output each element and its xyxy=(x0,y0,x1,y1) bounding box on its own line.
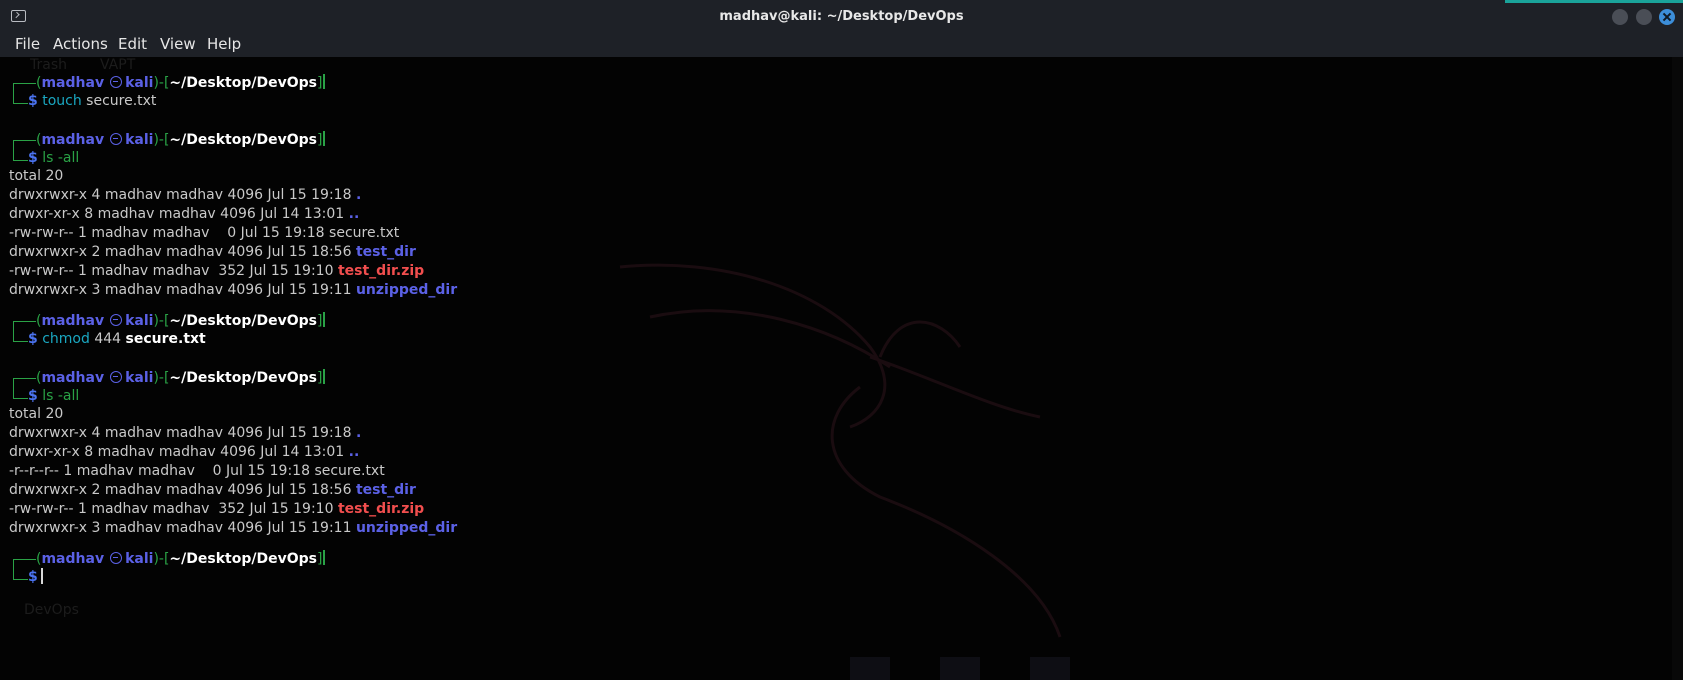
desktop-ghost-label: Trash xyxy=(30,57,67,73)
desktop-ghost-label: DevOps xyxy=(24,602,79,618)
minimize-button[interactable] xyxy=(1612,9,1628,25)
menu-view[interactable]: View xyxy=(160,35,196,53)
prompt-line: (madhav kali)-[~/Desktop/DevOps] xyxy=(36,131,326,150)
terminal-window: madhav@kali: ~/Desktop/DevOps File Actio… xyxy=(0,0,1683,680)
prompt-line: (madhav kali)-[~/Desktop/DevOps] xyxy=(36,74,326,93)
prompt-path: ~/Desktop/DevOps xyxy=(169,75,317,91)
desktop-ghost-label: VAPT xyxy=(100,57,136,73)
listing-row: drwxr-xr-x 8 madhav madhav 4096 Jul 14 1… xyxy=(9,206,360,222)
command-line: $ touch secure.txt xyxy=(28,93,157,109)
listing-total: total 20 xyxy=(9,168,64,184)
prompt-line: (madhav kali)-[~/Desktop/DevOps] xyxy=(36,369,326,388)
kali-skull-icon xyxy=(110,371,123,383)
active-command-line[interactable]: $ xyxy=(28,568,43,587)
listing-row: drwxrwxr-x 2 madhav madhav 4096 Jul 15 1… xyxy=(9,244,416,260)
menu-file[interactable]: File xyxy=(15,35,40,53)
top-edge-highlight xyxy=(1505,0,1683,3)
prompt-user: madhav xyxy=(41,75,105,91)
command-name: ls -all xyxy=(42,150,80,166)
prompt-end-marker xyxy=(323,131,326,146)
listing-row: -rw-rw-r-- 1 madhav madhav 352 Jul 15 19… xyxy=(9,263,425,279)
command-line: $ chmod 444 secure.txt xyxy=(28,331,206,347)
menu-bar: File Actions Edit View Help xyxy=(0,35,1683,57)
kali-skull-icon xyxy=(110,552,123,564)
text-cursor xyxy=(40,568,43,584)
prompt-corner xyxy=(13,94,28,104)
listing-row: drwxrwxr-x 4 madhav madhav 4096 Jul 15 1… xyxy=(9,425,362,441)
listing-row: drwxrwxr-x 4 madhav madhav 4096 Jul 15 1… xyxy=(9,187,362,203)
window-title: madhav@kali: ~/Desktop/DevOps xyxy=(719,9,964,24)
prompt-end-marker xyxy=(323,369,326,384)
command-name: chmod xyxy=(42,331,90,347)
prompt-corner xyxy=(13,151,28,161)
menu-help[interactable]: Help xyxy=(207,35,241,53)
prompt-host: kali xyxy=(125,75,154,91)
prompt-end-marker xyxy=(323,74,326,89)
command-name: touch xyxy=(42,93,82,109)
scrollbar[interactable] xyxy=(1672,57,1683,680)
menu-edit[interactable]: Edit xyxy=(118,35,147,53)
menu-actions[interactable]: Actions xyxy=(53,35,108,53)
prompt-corner xyxy=(13,332,28,342)
listing-row: -r--r--r-- 1 madhav madhav 0 Jul 15 19:1… xyxy=(9,463,385,479)
terminal-output[interactable]: Trash VAPT DevOps (madhav kali)-[~/Deskto… xyxy=(0,57,1683,680)
prompt-end-marker xyxy=(323,550,326,565)
kali-skull-icon xyxy=(110,76,123,88)
listing-row: -rw-rw-r-- 1 madhav madhav 0 Jul 15 19:1… xyxy=(9,225,400,241)
prompt-end-marker xyxy=(323,312,326,327)
prompt-line: (madhav kali)-[~/Desktop/DevOps] xyxy=(36,312,326,331)
listing-row: drwxrwxr-x 3 madhav madhav 4096 Jul 15 1… xyxy=(9,282,458,298)
command-line: $ ls -all xyxy=(28,150,80,166)
maximize-button[interactable] xyxy=(1636,9,1652,25)
listing-total: total 20 xyxy=(9,406,64,422)
listing-row: drwxr-xr-x 8 madhav madhav 4096 Jul 14 1… xyxy=(9,444,360,460)
prompt-corner xyxy=(13,570,28,580)
prompt-corner xyxy=(13,389,28,399)
command-line: $ ls -all xyxy=(28,388,80,404)
close-button[interactable] xyxy=(1659,9,1675,25)
kali-skull-icon xyxy=(110,314,123,326)
command-args: secure.txt xyxy=(86,93,157,109)
title-bar[interactable]: madhav@kali: ~/Desktop/DevOps xyxy=(0,0,1683,35)
listing-row: drwxrwxr-x 2 madhav madhav 4096 Jul 15 1… xyxy=(9,482,416,498)
prompt-line: (madhav kali)-[~/Desktop/DevOps] xyxy=(36,550,326,569)
listing-row: -rw-rw-r-- 1 madhav madhav 352 Jul 15 19… xyxy=(9,501,425,517)
listing-row: drwxrwxr-x 3 madhav madhav 4096 Jul 15 1… xyxy=(9,520,458,536)
kali-skull-icon xyxy=(110,133,123,145)
